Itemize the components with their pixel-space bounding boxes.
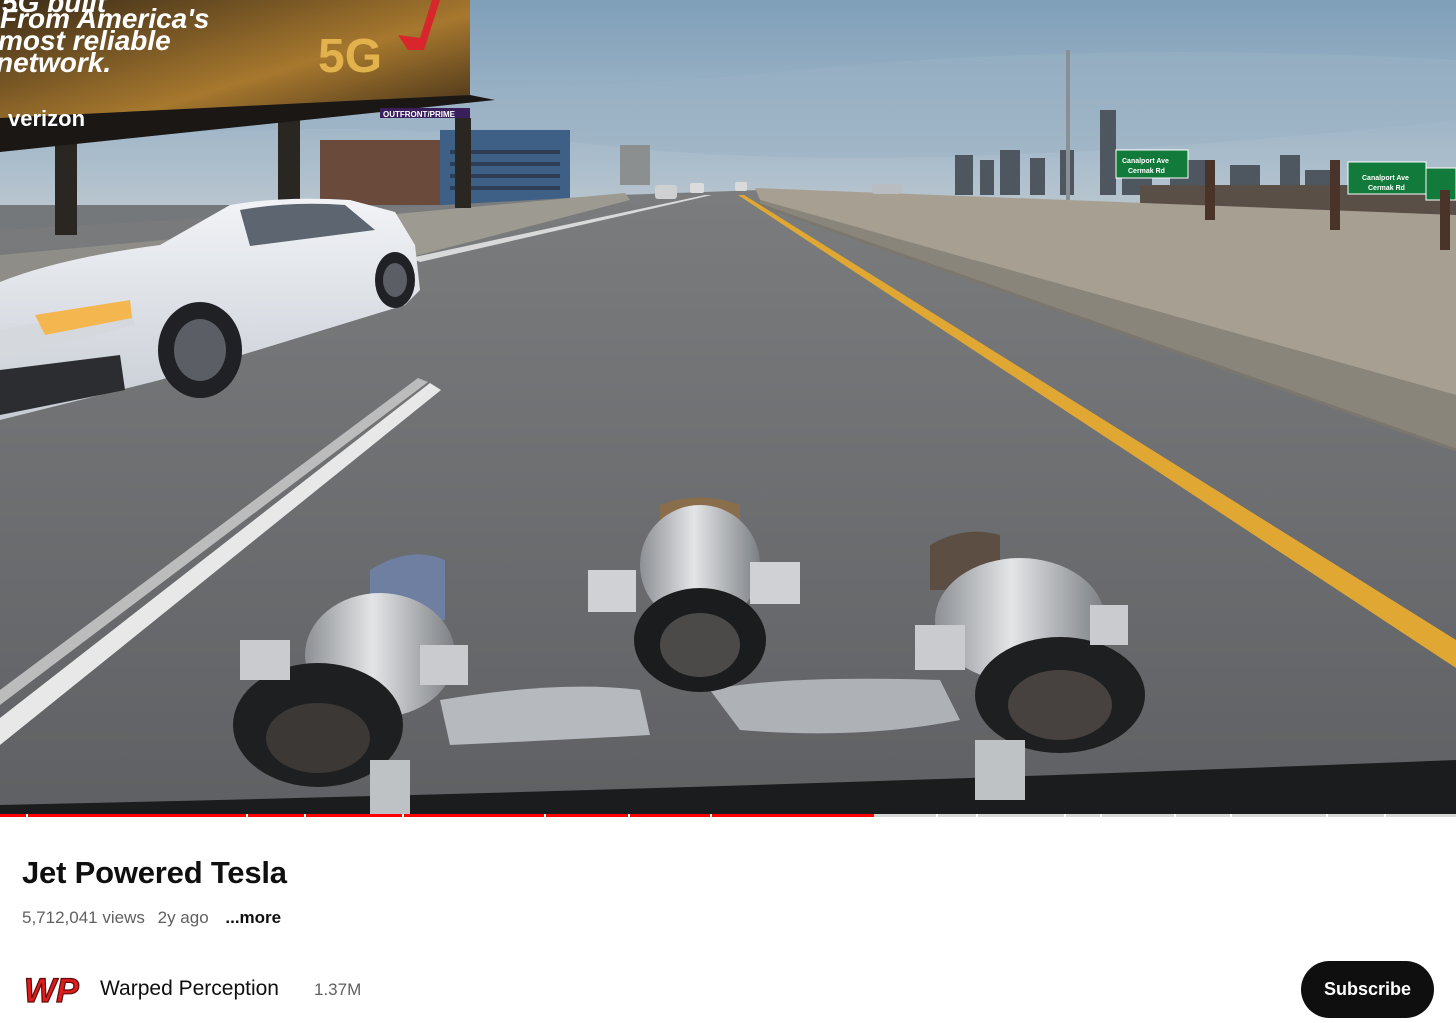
channel-name[interactable]: Warped Perception bbox=[100, 977, 279, 1001]
chapter-marker bbox=[710, 814, 712, 817]
chapter-marker bbox=[544, 814, 546, 817]
svg-text:Cermak Rd: Cermak Rd bbox=[1368, 185, 1405, 192]
chapter-marker bbox=[1384, 814, 1386, 817]
subscriber-count: 1.37M bbox=[314, 980, 362, 999]
svg-text:Canalport Ave: Canalport Ave bbox=[1122, 158, 1169, 165]
chapter-marker bbox=[26, 814, 28, 817]
svg-text:Cermak Rd: Cermak Rd bbox=[1128, 168, 1165, 175]
chapter-marker bbox=[304, 814, 306, 817]
svg-text:Canalport Ave: Canalport Ave bbox=[1362, 175, 1409, 182]
chapter-marker bbox=[628, 814, 630, 817]
highway-sign-right: Canalport Ave Cermak Rd bbox=[1347, 161, 1456, 201]
channel-logo-text: WP bbox=[24, 972, 79, 1010]
chapter-marker bbox=[402, 814, 404, 817]
chapter-marker bbox=[976, 814, 978, 817]
chapter-marker bbox=[1100, 814, 1102, 817]
view-count: 5,712,041 views bbox=[22, 908, 145, 927]
more-link[interactable]: ...more bbox=[225, 908, 281, 927]
upload-age: 2y ago bbox=[157, 908, 209, 927]
channel-avatar[interactable]: WP bbox=[22, 968, 80, 1010]
progress-watched bbox=[0, 814, 874, 817]
video-title: Jet Powered Tesla bbox=[22, 855, 287, 890]
billboard-brand: verizon bbox=[8, 106, 85, 131]
chapter-marker bbox=[1230, 814, 1232, 817]
progress-bar[interactable] bbox=[0, 814, 1456, 817]
subscribe-button[interactable]: Subscribe bbox=[1301, 961, 1434, 1018]
video-metadata[interactable]: 5,712,041 views 2y ago ...more bbox=[22, 908, 289, 928]
chapter-marker bbox=[1174, 814, 1176, 817]
chapter-marker bbox=[1064, 814, 1066, 817]
chapter-marker bbox=[1326, 814, 1328, 817]
video-player[interactable]: 5G built From America's most reliable ne… bbox=[0, 0, 1456, 817]
billboard-line-4: network. bbox=[0, 47, 111, 78]
video-frame: 5G built From America's most reliable ne… bbox=[0, 0, 1456, 817]
chapter-marker bbox=[246, 814, 248, 817]
chapter-marker bbox=[936, 814, 938, 817]
billboard-vendor: OUTFRONT/PRIME bbox=[383, 110, 456, 119]
billboard-badge: 5G bbox=[318, 30, 382, 83]
